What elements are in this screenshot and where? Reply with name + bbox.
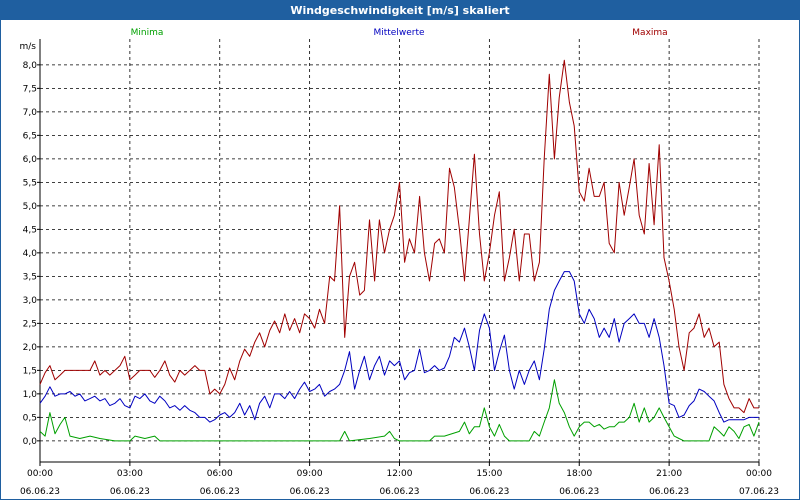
axes (37, 39, 760, 466)
y-tick-label: 6,5 (23, 131, 37, 141)
x-tick-date-label: 06.06.23 (379, 487, 419, 497)
y-tick-label: 5,5 (23, 178, 37, 188)
chart-window: Windgeschwindigkeit [m/s] skaliert 0,0 0,… (0, 0, 800, 500)
y-tick-label: 3,0 (23, 296, 38, 306)
legend-entry-maxima: Maxima (632, 28, 667, 38)
x-tick-time-label: 00:00 (746, 469, 772, 479)
x-tick-time-label: 09:00 (297, 469, 323, 479)
y-tick-label: 5,0 (23, 202, 38, 212)
x-tick-date-label: 06.06.23 (290, 487, 330, 497)
x-tick-time-label: 03:00 (117, 469, 143, 479)
y-tick-label: 6,0 (23, 155, 38, 165)
legend-entry-minima: Minima (131, 28, 164, 38)
legend-entry-mittelwerte: Mittelwerte (373, 28, 424, 38)
x-tick-date-label: 06.06.23 (110, 487, 150, 497)
y-tick-label: 0,5 (23, 413, 37, 423)
y-axis-label: m/s (20, 42, 37, 52)
y-tick-label: 2,0 (23, 343, 38, 353)
y-tick-label: 0,0 (23, 437, 38, 447)
x-tick-date-label: 06.06.23 (20, 487, 60, 497)
y-tick-label: 1,5 (23, 366, 37, 376)
x-tick-date-label: 06.06.23 (649, 487, 689, 497)
y-tick-label: 2,5 (23, 319, 37, 329)
x-tick-date-label: 06.06.23 (559, 487, 599, 497)
x-tick-date-label: 06.06.23 (469, 487, 509, 497)
x-tick-time-label: 21:00 (656, 469, 682, 479)
y-tick-label: 4,0 (23, 249, 38, 259)
y-tick-label: 7,0 (23, 108, 38, 118)
y-tick-label: 3,5 (23, 272, 37, 282)
y-tick-label: 8,0 (23, 61, 38, 71)
x-tick-time-label: 18:00 (566, 469, 592, 479)
wind-speed-chart: 0,0 0,5 1,0 1,5 2,0 2,5 3,0 3,5 4,0 4,5 5,0 5,5 6,0 6… (20, 28, 780, 497)
x-tick-time-label: 00:00 (27, 469, 53, 479)
y-tick-label: 4,5 (23, 225, 37, 235)
legend: Minima Mittelwerte Maxima (131, 28, 668, 38)
x-tick-time-label: 06:00 (207, 469, 233, 479)
x-tick-date-label: 07.06.23 (739, 487, 779, 497)
x-tick-date-label: 06.06.23 (200, 487, 240, 497)
x-tick-time-label: 12:00 (387, 469, 413, 479)
x-tick-time-label: 15:00 (476, 469, 502, 479)
y-tick-label: 7,5 (23, 84, 37, 94)
y-tick-label: 1,0 (23, 390, 38, 400)
